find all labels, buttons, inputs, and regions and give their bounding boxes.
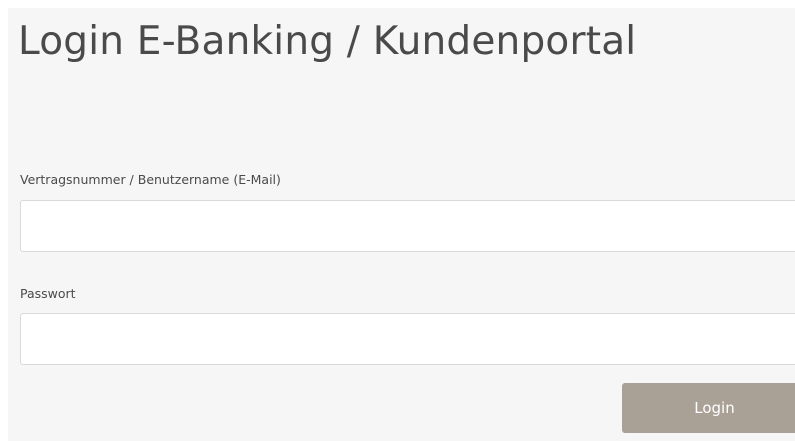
username-label: Vertragsnummer / Benutzername (E-Mail): [20, 172, 281, 187]
login-panel: Login E-Banking / Kundenportal Vertragsn…: [8, 8, 795, 441]
password-input[interactable]: [20, 313, 795, 365]
page-title: Login E-Banking / Kundenportal: [18, 19, 637, 64]
username-input[interactable]: [20, 200, 795, 252]
login-button[interactable]: Login: [622, 383, 795, 433]
password-label: Passwort: [20, 286, 76, 301]
